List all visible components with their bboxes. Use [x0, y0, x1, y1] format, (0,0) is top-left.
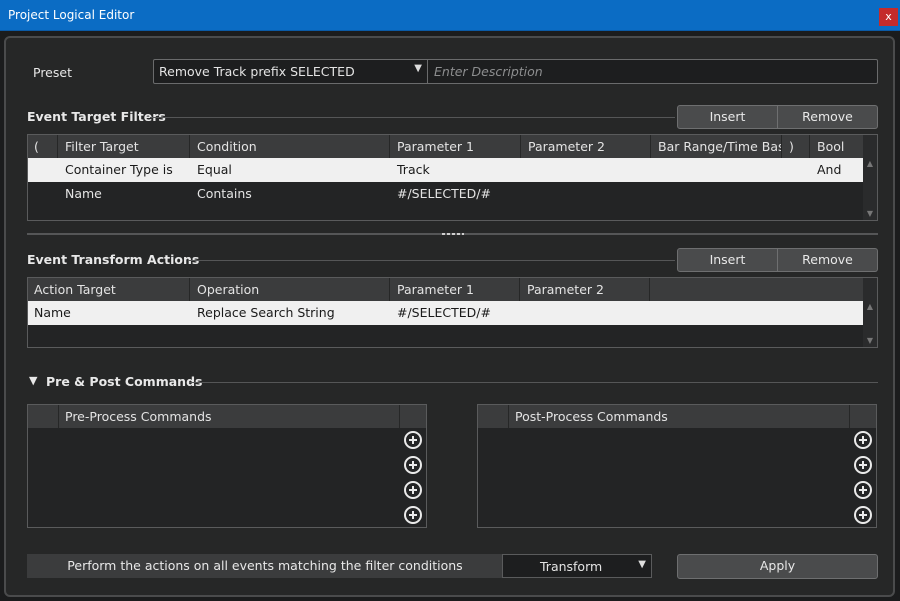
table-row[interactable]: Name Replace Search String #/SELECTED/# — [28, 301, 863, 325]
pre-process-header: Pre-Process Commands — [28, 405, 426, 428]
preset-label: Preset — [33, 65, 72, 80]
title-bar: Project Logical Editor x — [0, 0, 900, 31]
actions-divider — [188, 260, 675, 261]
footer-description: Perform the actions on all events matchi… — [27, 554, 503, 578]
add-circle-icon[interactable] — [404, 431, 422, 449]
col-parameter-1[interactable]: Parameter 1 — [391, 278, 520, 301]
header-cell — [849, 405, 876, 428]
apply-button[interactable]: Apply — [677, 554, 878, 579]
pre-process-title: Pre-Process Commands — [65, 409, 212, 424]
mode-dropdown[interactable]: Transform ▼ — [502, 554, 652, 578]
add-circle-icon[interactable] — [404, 456, 422, 474]
post-process-header: Post-Process Commands — [478, 405, 876, 428]
actions-scrollbar[interactable]: ▲ ▼ — [863, 278, 877, 347]
col-filter-target[interactable]: Filter Target — [59, 135, 190, 158]
col-condition[interactable]: Condition — [191, 135, 390, 158]
filters-button-group: Insert Remove — [677, 105, 878, 129]
splitter-grip-icon[interactable] — [442, 233, 464, 235]
filters-scrollbar[interactable]: ▲ ▼ — [863, 135, 877, 220]
commands-title[interactable]: Pre & Post Commands — [46, 374, 202, 389]
close-button[interactable]: x — [879, 8, 898, 26]
mode-value: Transform — [540, 559, 603, 574]
scroll-down-icon[interactable]: ▼ — [863, 209, 877, 218]
post-process-title: Post-Process Commands — [515, 409, 668, 424]
header-cell — [478, 405, 509, 428]
cell-parameter-1: #/SELECTED/# — [397, 186, 491, 201]
scroll-up-icon[interactable]: ▲ — [863, 159, 877, 168]
col-bar-range[interactable]: Bar Range/Time Base — [652, 135, 782, 158]
col-bool[interactable]: Bool — [811, 135, 865, 158]
table-row[interactable]: Name Contains #/SELECTED/# — [28, 182, 863, 206]
actions-remove-button[interactable]: Remove — [778, 248, 878, 272]
cell-condition: Equal — [197, 162, 232, 177]
cell-condition: Contains — [197, 186, 252, 201]
filters-table-header: ( Filter Target Condition Parameter 1 Pa… — [28, 135, 863, 158]
add-circle-icon[interactable] — [404, 506, 422, 524]
col-operation[interactable]: Operation — [191, 278, 390, 301]
filters-remove-button[interactable]: Remove — [778, 105, 878, 129]
add-circle-icon[interactable] — [854, 506, 872, 524]
chevron-down-icon: ▼ — [638, 559, 646, 570]
cell-operation: Replace Search String — [197, 305, 335, 320]
preset-dropdown[interactable]: Remove Track prefix SELECTED ▼ — [154, 60, 427, 84]
filters-insert-button[interactable]: Insert — [677, 105, 778, 129]
col-parameter-2[interactable]: Parameter 2 — [522, 135, 651, 158]
table-row[interactable]: Container Type is Equal Track And — [28, 158, 863, 182]
scroll-up-icon[interactable]: ▲ — [863, 302, 877, 311]
cell-action-target: Name — [34, 305, 71, 320]
header-cell — [28, 405, 59, 428]
col-parameter-1[interactable]: Parameter 1 — [391, 135, 521, 158]
cell-parameter-1: #/SELECTED/# — [397, 305, 491, 320]
actions-insert-button[interactable]: Insert — [677, 248, 778, 272]
commands-divider — [189, 382, 878, 383]
post-process-commands: Post-Process Commands — [477, 404, 877, 528]
add-circle-icon[interactable] — [404, 481, 422, 499]
add-circle-icon[interactable] — [854, 456, 872, 474]
cell-filter-target: Container Type is — [65, 162, 173, 177]
col-paren-close[interactable]: ) — [783, 135, 810, 158]
scroll-down-icon[interactable]: ▼ — [863, 336, 877, 345]
actions-table-header: Action Target Operation Parameter 1 Para… — [28, 278, 863, 301]
window-title: Project Logical Editor — [8, 8, 135, 22]
cell-parameter-1: Track — [397, 162, 430, 177]
editor-panel: Preset Remove Track prefix SELECTED ▼ En… — [4, 36, 895, 597]
triangle-down-icon[interactable]: ▼ — [29, 374, 37, 387]
preset-field: Remove Track prefix SELECTED ▼ Enter Des… — [153, 59, 878, 84]
header-cell — [399, 405, 426, 428]
col-parameter-2[interactable]: Parameter 2 — [521, 278, 650, 301]
col-action-target[interactable]: Action Target — [28, 278, 190, 301]
filters-divider — [150, 117, 675, 118]
col-paren-open[interactable]: ( — [28, 135, 58, 158]
actions-title: Event Transform Actions — [27, 252, 200, 267]
cell-bool: And — [817, 162, 842, 177]
add-circle-icon[interactable] — [854, 431, 872, 449]
description-input[interactable]: Enter Description — [434, 64, 543, 79]
cell-filter-target: Name — [65, 186, 102, 201]
add-circle-icon[interactable] — [854, 481, 872, 499]
filters-table: ( Filter Target Condition Parameter 1 Pa… — [27, 134, 878, 221]
actions-button-group: Insert Remove — [677, 248, 878, 272]
actions-table: Action Target Operation Parameter 1 Para… — [27, 277, 878, 348]
pre-process-commands: Pre-Process Commands — [27, 404, 427, 528]
preset-value: Remove Track prefix SELECTED — [159, 64, 355, 79]
filters-title: Event Target Filters — [27, 109, 166, 124]
divider — [427, 60, 428, 84]
chevron-down-icon: ▼ — [414, 63, 422, 74]
